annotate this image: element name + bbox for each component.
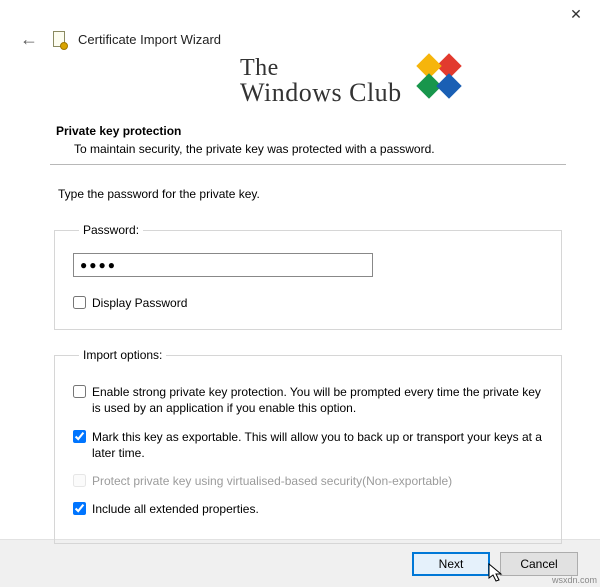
option-extended-properties-box[interactable] — [73, 502, 86, 515]
footer-bar: Next Cancel — [0, 539, 600, 587]
divider — [50, 164, 566, 165]
cancel-button[interactable]: Cancel — [500, 552, 578, 576]
option-extended-properties[interactable]: Include all extended properties. — [73, 501, 543, 517]
password-group: Password: Display Password — [54, 223, 562, 330]
import-options-group: Import options: Enable strong private ke… — [54, 348, 562, 544]
option-virtualised-security-box — [73, 474, 86, 487]
next-button[interactable]: Next — [412, 552, 490, 576]
option-virtualised-security-label: Protect private key using virtualised-ba… — [92, 473, 452, 489]
option-exportable-box[interactable] — [73, 430, 86, 443]
display-password-label: Display Password — [92, 295, 187, 311]
display-password-checkbox[interactable]: Display Password — [73, 295, 543, 311]
import-options-legend: Import options: — [79, 348, 166, 362]
section-title: Private key protection — [56, 124, 566, 138]
option-strong-protection-label: Enable strong private key protection. Yo… — [92, 384, 543, 416]
display-password-box[interactable] — [73, 296, 86, 309]
wizard-title: Certificate Import Wizard — [78, 32, 221, 47]
password-legend: Password: — [79, 223, 143, 237]
section-description: To maintain security, the private key wa… — [74, 142, 566, 156]
source-watermark: wsxdn.com — [552, 575, 597, 585]
password-input[interactable] — [73, 253, 373, 277]
option-strong-protection[interactable]: Enable strong private key protection. Yo… — [73, 384, 543, 416]
option-exportable-label: Mark this key as exportable. This will a… — [92, 429, 543, 461]
option-strong-protection-box[interactable] — [73, 385, 86, 398]
option-virtualised-security: Protect private key using virtualised-ba… — [73, 473, 543, 489]
certificate-icon — [52, 30, 68, 50]
close-icon[interactable]: ✕ — [566, 6, 586, 23]
back-arrow-icon[interactable]: ← — [16, 27, 42, 52]
instruction-text: Type the password for the private key. — [58, 187, 566, 201]
option-extended-properties-label: Include all extended properties. — [92, 501, 259, 517]
option-exportable[interactable]: Mark this key as exportable. This will a… — [73, 429, 543, 461]
